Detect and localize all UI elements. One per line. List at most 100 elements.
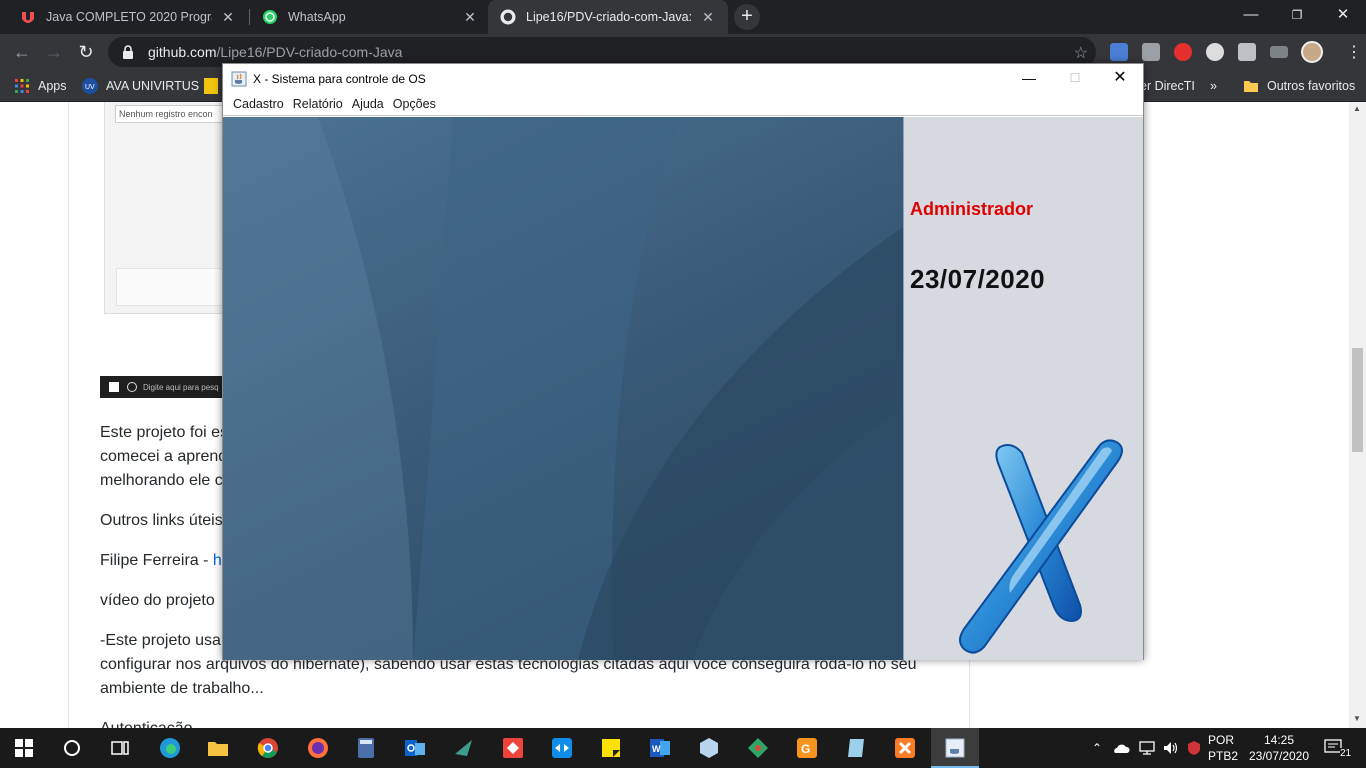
bookmarks-overflow-chevron[interactable]: » bbox=[1210, 76, 1217, 96]
back-arrow-icon[interactable]: ← bbox=[11, 41, 33, 63]
app-title: X - Sistema para controle de OS bbox=[253, 71, 426, 86]
clock[interactable]: 14:25 23/07/2020 bbox=[1244, 732, 1314, 764]
app-title-bar[interactable]: X - Sistema para controle de OS bbox=[223, 64, 1143, 93]
virtualbox-icon[interactable] bbox=[697, 736, 721, 760]
udemy-icon bbox=[22, 12, 34, 23]
menu-relatorio[interactable]: Relatório bbox=[293, 97, 343, 111]
minimize-button[interactable]: — bbox=[1228, 0, 1274, 30]
edge-icon[interactable] bbox=[158, 736, 182, 760]
print-icon[interactable] bbox=[1142, 43, 1160, 61]
browser-tab-strip: Java COMPLETO 2020 Programaç ✕ WhatsApp … bbox=[0, 0, 1366, 34]
word-icon[interactable]: W bbox=[648, 736, 672, 760]
language-indicator[interactable]: POR PTB2 bbox=[1208, 732, 1238, 764]
close-icon[interactable]: ✕ bbox=[220, 9, 236, 26]
mysql-workbench-icon[interactable] bbox=[452, 736, 476, 760]
app-side-panel: Administrador 23/07/2020 bbox=[903, 117, 1143, 660]
author-text: Filipe Ferreira - bbox=[100, 552, 213, 569]
menu-opcoes[interactable]: Opções bbox=[393, 97, 436, 111]
readme-taskbar-image: Digite aqui para pesq bbox=[100, 376, 230, 398]
page-scrollbar[interactable]: ▲ ▼ bbox=[1349, 102, 1366, 728]
whatsapp-icon bbox=[263, 10, 277, 24]
notepad-icon[interactable] bbox=[844, 736, 868, 760]
chrome-icon[interactable] bbox=[256, 736, 280, 760]
bookmark-label: Apps bbox=[38, 79, 67, 93]
screenshot-footer bbox=[116, 268, 226, 306]
security-icon[interactable] bbox=[1186, 740, 1202, 756]
media-icon[interactable] bbox=[1206, 43, 1224, 61]
task-view-icon[interactable] bbox=[108, 736, 132, 760]
scroll-thumb[interactable] bbox=[1352, 348, 1363, 452]
avatar[interactable] bbox=[1301, 41, 1323, 63]
app-menu-bar: Cadastro Relatório Ajuda Opções bbox=[223, 93, 1143, 116]
abp-icon[interactable] bbox=[1174, 43, 1192, 61]
calculator-icon[interactable] bbox=[354, 736, 378, 760]
file-explorer-icon[interactable] bbox=[206, 736, 230, 760]
java-app-icon[interactable] bbox=[943, 736, 967, 760]
tab-whatsapp[interactable]: WhatsApp ✕ bbox=[250, 0, 490, 34]
notification-center[interactable]: 21 bbox=[1324, 728, 1352, 768]
java-cup-icon bbox=[231, 71, 247, 86]
github-icon bbox=[500, 9, 516, 25]
scroll-down-icon[interactable]: ▼ bbox=[1353, 714, 1361, 723]
tray-chevron-icon[interactable]: ⌃ bbox=[1092, 728, 1102, 768]
readme-line: Outros links úteis bbox=[100, 512, 223, 529]
svg-text:G: G bbox=[801, 742, 810, 756]
bookmark-other-favorites[interactable]: Outros favoritos bbox=[1243, 76, 1355, 96]
xampp-icon[interactable] bbox=[893, 736, 917, 760]
clock-time: 14:25 bbox=[1263, 733, 1295, 747]
teamviewer-icon[interactable] bbox=[550, 736, 574, 760]
translate-icon[interactable] bbox=[1110, 43, 1128, 61]
puzzle-icon[interactable] bbox=[1238, 43, 1256, 61]
app-close-button[interactable]: ✕ bbox=[1097, 64, 1143, 93]
app-desktop-pane bbox=[223, 117, 903, 660]
restore-button[interactable]: ❐ bbox=[1274, 0, 1320, 30]
notification-count: 21 bbox=[1340, 747, 1352, 759]
lock-icon bbox=[123, 45, 133, 59]
app-maximize-button[interactable]: ☐ bbox=[1052, 64, 1098, 93]
sticky-notes-icon[interactable] bbox=[599, 736, 623, 760]
git-icon[interactable] bbox=[746, 736, 770, 760]
close-icon[interactable]: ✕ bbox=[462, 9, 478, 26]
network-icon[interactable] bbox=[1138, 740, 1156, 756]
bookmark-label: AVA UNIVIRTUS bbox=[106, 79, 200, 93]
bookmark-ava-univirtus[interactable]: UV AVA UNIVIRTUS bbox=[82, 76, 199, 96]
queue-icon[interactable] bbox=[1270, 46, 1288, 58]
apps-grid-icon bbox=[15, 79, 29, 93]
outlook-icon[interactable] bbox=[403, 736, 427, 760]
cortana-icon bbox=[127, 382, 137, 392]
pdf-app-icon[interactable]: G bbox=[795, 736, 819, 760]
close-icon[interactable]: ✕ bbox=[700, 9, 716, 26]
windows-start-icon[interactable] bbox=[12, 736, 36, 760]
forward-arrow-icon[interactable]: → bbox=[43, 41, 65, 63]
new-tab-button[interactable]: + bbox=[734, 4, 760, 30]
volume-icon[interactable] bbox=[1162, 740, 1180, 756]
bookmark-star-icon[interactable]: ☆ bbox=[1074, 43, 1088, 63]
cortana-search-icon[interactable] bbox=[60, 736, 84, 760]
url-host: github.com bbox=[148, 44, 217, 60]
readme-line: Filipe Ferreira - ht bbox=[100, 549, 226, 573]
bookmark-apps[interactable]: Apps bbox=[14, 76, 67, 96]
screenshot-caption: Nenhum registro encon bbox=[115, 105, 227, 123]
folder-icon bbox=[1244, 81, 1258, 92]
tab-github[interactable]: Lipe16/PDV-criado-com-Java: sis ✕ bbox=[488, 0, 728, 34]
tab-java-course[interactable]: Java COMPLETO 2020 Programaç ✕ bbox=[8, 0, 248, 34]
onedrive-icon[interactable] bbox=[1112, 740, 1130, 756]
bookmark-directi[interactable]: er DirecTI bbox=[1140, 76, 1195, 96]
date-label: 23/07/2020 bbox=[910, 264, 1046, 294]
readme-line: melhorando ele c bbox=[100, 472, 223, 489]
clock-date: 23/07/2020 bbox=[1248, 749, 1310, 763]
menu-kebab-icon[interactable]: ⋮ bbox=[1346, 42, 1362, 62]
anydesk-icon[interactable] bbox=[501, 736, 525, 760]
os-control-app-window: X - Sistema para controle de OS — ☐ ✕ Ca… bbox=[222, 63, 1144, 660]
scroll-up-icon[interactable]: ▲ bbox=[1353, 104, 1361, 113]
firefox-icon[interactable] bbox=[306, 736, 330, 760]
svg-text:W: W bbox=[652, 744, 661, 754]
menu-cadastro[interactable]: Cadastro bbox=[233, 97, 284, 111]
bookmark-favicon-icon bbox=[204, 78, 218, 94]
menu-ajuda[interactable]: Ajuda bbox=[352, 97, 384, 111]
x-logo-icon bbox=[959, 439, 1123, 654]
app-minimize-button[interactable]: — bbox=[1006, 64, 1052, 93]
close-window-button[interactable]: ✕ bbox=[1320, 0, 1366, 30]
search-placeholder: Digite aqui para pesq bbox=[143, 382, 219, 392]
reload-icon[interactable]: ↻ bbox=[75, 41, 97, 63]
